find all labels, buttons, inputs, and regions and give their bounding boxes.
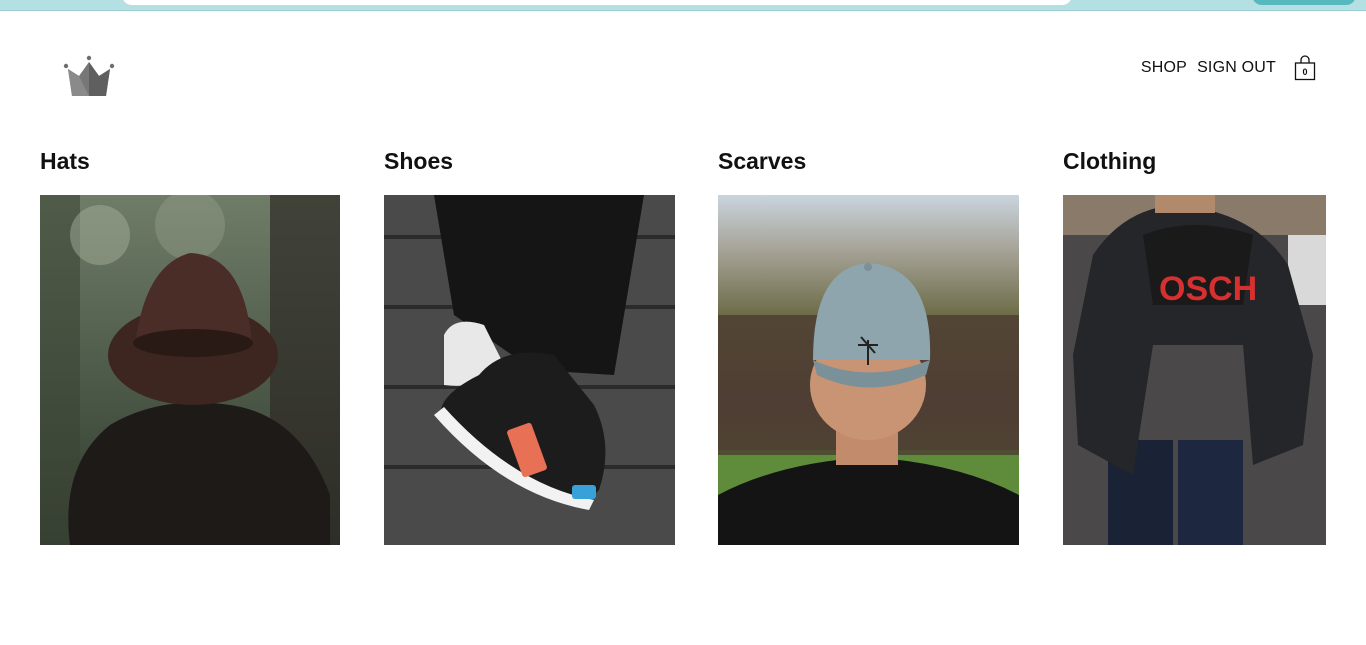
shop-link[interactable]: SHOP [1141,59,1187,77]
shirt-print-text: OSCH [1159,270,1257,308]
category-image-clothing[interactable]: OSCH [1063,195,1326,545]
category-shoes[interactable]: Shoes [384,147,675,545]
category-hats[interactable]: Hats [40,147,340,545]
cart-button[interactable]: 0 [1294,55,1316,81]
category-title[interactable]: Shoes [384,147,675,177]
crown-logo-icon[interactable] [62,54,118,98]
category-image-hats[interactable] [40,195,340,545]
browser-toolbar-strip [0,0,1366,11]
cart-count: 0 [1302,67,1308,77]
category-scarves[interactable]: Scarves [718,147,1019,545]
sign-out-link[interactable]: SIGN OUT [1197,59,1276,77]
category-title[interactable]: Clothing [1063,147,1326,177]
category-image-scarves[interactable] [718,195,1019,545]
category-title[interactable]: Scarves [718,147,1019,177]
address-bar[interactable] [122,0,1072,5]
main-nav: SHOP SIGN OUT 0 [1141,54,1316,82]
category-clothing[interactable]: Clothing OSCH [1063,147,1326,545]
category-title[interactable]: Hats [40,147,340,177]
category-image-shoes[interactable] [384,195,675,545]
browser-action-button[interactable] [1252,0,1356,5]
